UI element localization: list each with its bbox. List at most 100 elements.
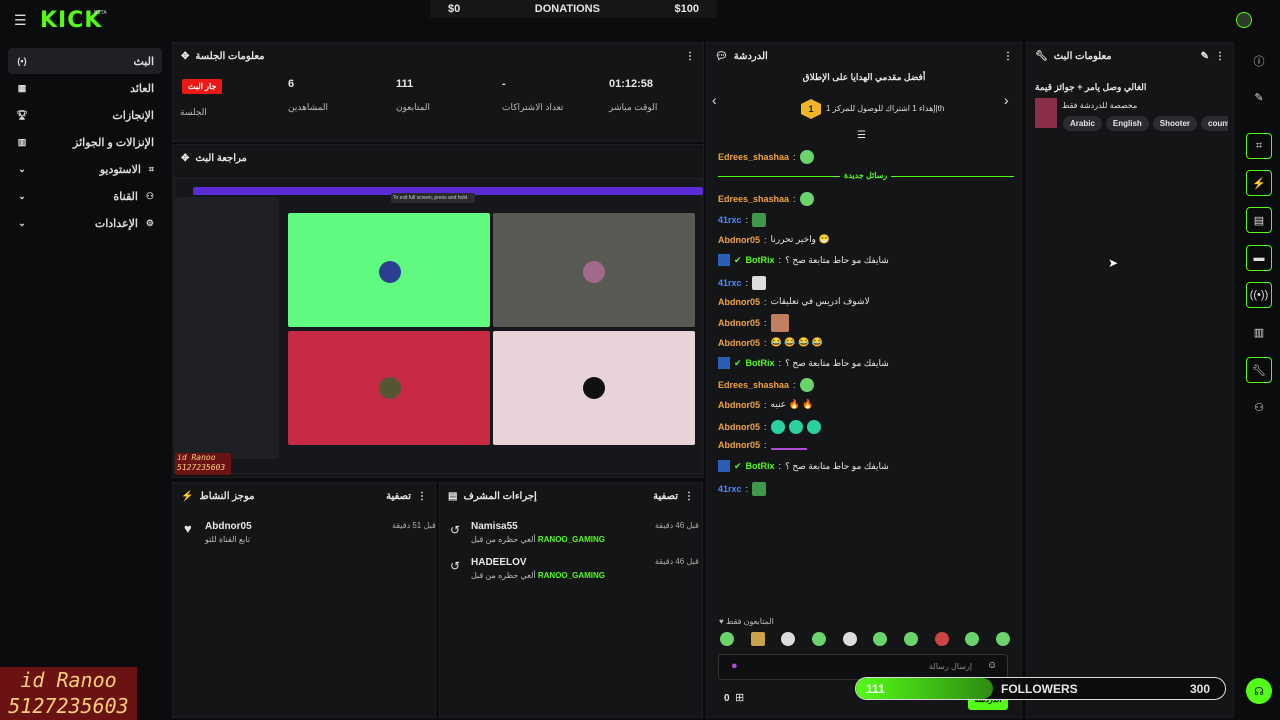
drag-icon[interactable]: ✥	[181, 153, 189, 164]
chat-username[interactable]: Edrees_shashaa	[718, 152, 789, 162]
drag-icon[interactable]: ✥	[181, 51, 189, 62]
heart-icon: ♥	[184, 521, 192, 536]
more-icon[interactable]: ⋮	[1215, 51, 1225, 62]
clip-icon[interactable]: ⌗	[1246, 133, 1272, 159]
support-icon[interactable]: ☊	[1246, 678, 1272, 704]
chat-message[interactable]: Edrees_shashaa:	[718, 192, 814, 206]
chat-username[interactable]: 41rxc	[718, 484, 742, 494]
chat-username[interactable]: Abdnor05	[718, 440, 760, 450]
emote-option[interactable]	[873, 632, 888, 646]
next-arrow-icon[interactable]: ›	[1004, 92, 1009, 108]
mod-by[interactable]: RANOO_GAMING	[538, 571, 605, 580]
chat-username[interactable]: BotRix	[746, 255, 775, 265]
sidebar-item-drops[interactable]: ▥ الإنزالات و الجوائز	[8, 129, 162, 155]
tag[interactable]: counte	[1201, 116, 1228, 131]
chat-username[interactable]: Abdnor05	[718, 297, 760, 307]
layout-icon[interactable]: ▥	[1246, 319, 1272, 345]
tag[interactable]: Shooter	[1152, 116, 1198, 131]
chat-message[interactable]: Abdnor05:	[718, 314, 789, 332]
wrench-icon[interactable]: 🔧︎	[1246, 357, 1272, 383]
mic-icon[interactable]: ●	[731, 660, 738, 672]
chat-message[interactable]: 41rxc:	[718, 213, 767, 227]
chat-message[interactable]: ✔ BotRix: شايفك مو حاط متابعة صح ؟	[718, 357, 889, 369]
chat-username[interactable]: BotRix	[746, 461, 775, 471]
chat-username[interactable]: Abdnor05	[718, 235, 760, 245]
chat-username[interactable]: Abdnor05	[718, 318, 760, 328]
activity-user[interactable]: Abdnor05	[205, 521, 252, 532]
chat-message[interactable]: Abdnor05: عنيه 🔥 🔥	[718, 399, 814, 410]
chat-bubble-icon[interactable]: ▬	[1246, 245, 1272, 271]
prev-arrow-icon[interactable]: ‹	[712, 92, 717, 108]
chat-message[interactable]: Abdnor05:	[718, 420, 821, 434]
chat-message[interactable]: Abdnor05:	[718, 440, 807, 450]
tag[interactable]: English	[1105, 116, 1149, 131]
filter-button[interactable]: تصفية	[653, 491, 678, 502]
pencil-icon[interactable]: ✎	[1246, 84, 1272, 110]
emote-option[interactable]	[903, 632, 918, 646]
emote-option[interactable]	[720, 632, 734, 646]
sidebar-item-channel[interactable]: ⌄ القناة ⚇	[8, 183, 162, 209]
notes-icon[interactable]: ▤	[1246, 207, 1272, 233]
chat-message[interactable]: 41rxc:	[718, 276, 767, 290]
participant-avatar	[379, 377, 401, 399]
lightning-icon[interactable]: ⚡	[1246, 170, 1272, 196]
mod-actions-panel: ▤ إجراءات المشرف تصفية ⋮	[439, 482, 703, 718]
emote-option[interactable]	[750, 632, 765, 646]
chat-icon: 💬︎	[715, 50, 728, 62]
emote-option[interactable]	[842, 632, 857, 646]
menu-icon[interactable]: ☰	[14, 12, 27, 29]
collapse-icon[interactable]: ☰	[857, 130, 866, 141]
chat-message[interactable]: Abdnor05: واخير تحررنا 😁	[718, 234, 830, 245]
stream-category[interactable]: مخصصة للدردشة فقط	[1062, 101, 1137, 110]
broadcast-icon[interactable]: ((•))	[1246, 282, 1272, 308]
chat-username[interactable]: Edrees_shashaa	[718, 194, 789, 204]
tag[interactable]: Arabic	[1063, 116, 1102, 131]
edit-icon[interactable]: ✎	[1201, 51, 1209, 62]
info-icon[interactable]: ⓘ	[1246, 48, 1272, 74]
more-icon[interactable]: ⋮	[685, 51, 695, 62]
sidebar-item-studio[interactable]: ⌄ الاستوديو ⌗	[8, 156, 162, 182]
chat-username[interactable]: 41rxc	[718, 215, 742, 225]
gift-icon[interactable]: ⊞	[735, 691, 744, 704]
users-icon[interactable]: ⚇	[1246, 394, 1272, 420]
chat-message[interactable]: ✔ BotRix: شايفك مو حاط متابعة صح ؟	[718, 460, 889, 472]
stream-preview-video[interactable]: To exit full screen, press and hold id R…	[174, 178, 703, 475]
user-avatar[interactable]	[1236, 12, 1252, 28]
chat-text: 😂 😂 😂 😂	[770, 337, 823, 347]
chat-username[interactable]: Abdnor05	[718, 422, 760, 432]
chat-message[interactable]: ✔ BotRix: شايفك مو حاط متابعة صح ؟	[718, 254, 889, 266]
chat-username[interactable]: Abdnor05	[718, 400, 760, 410]
chat-username[interactable]: 41rxc	[718, 278, 742, 288]
more-icon[interactable]: ⋮	[417, 491, 427, 502]
chat-username[interactable]: BotRix	[746, 358, 775, 368]
mod-by[interactable]: RANOO_GAMING	[538, 535, 605, 544]
goal-target: $100	[674, 3, 699, 15]
session-header: ✥ معلومات الجلسة ⋮	[173, 43, 703, 69]
mod-user[interactable]: HADEELOV	[471, 557, 527, 568]
emote-option[interactable]	[934, 632, 949, 646]
sidebar-item-revenue[interactable]: ▦ العائد	[8, 75, 162, 101]
chat-message[interactable]: 41rxc:	[718, 482, 767, 496]
more-icon[interactable]: ⋮	[684, 491, 694, 502]
chat-message[interactable]: Abdnor05: 😂 😂 😂 😂	[718, 337, 823, 348]
emote-option[interactable]	[995, 632, 1010, 646]
chat-username[interactable]: Edrees_shashaa	[718, 380, 789, 390]
emoji-icon[interactable]: ☺	[987, 660, 997, 671]
chat-message[interactable]: Abdnor05: لاشوف ادريس في تعليقات	[718, 296, 870, 307]
chat-username[interactable]: Abdnor05	[718, 338, 760, 348]
streaminfo-header: 🔧︎ معلومات البث ✎ ⋮	[1027, 43, 1233, 69]
chat-message[interactable]: Edrees_shashaa:	[718, 378, 814, 392]
emote-option[interactable]	[781, 632, 796, 646]
category-thumbnail[interactable]	[1035, 98, 1057, 128]
sidebar-item-settings[interactable]: ⌄ الإعدادات ⚙	[8, 210, 162, 236]
chat-message[interactable]: Edrees_shashaa:	[718, 150, 814, 164]
sidebar-item-live[interactable]: (•) البث	[8, 48, 162, 74]
more-icon[interactable]: ⋮	[1003, 51, 1013, 62]
mod-action: ألغي حظره من قبل RANOO_GAMING	[471, 571, 605, 580]
session-title: معلومات الجلسة	[195, 50, 265, 62]
emote-option[interactable]	[811, 632, 826, 646]
mod-user[interactable]: Namisa55	[471, 521, 518, 532]
sidebar-item-achievements[interactable]: 🏆︎ الإنجازات	[8, 102, 162, 128]
filter-button[interactable]: تصفية	[386, 491, 411, 502]
emote-option[interactable]	[965, 632, 980, 646]
